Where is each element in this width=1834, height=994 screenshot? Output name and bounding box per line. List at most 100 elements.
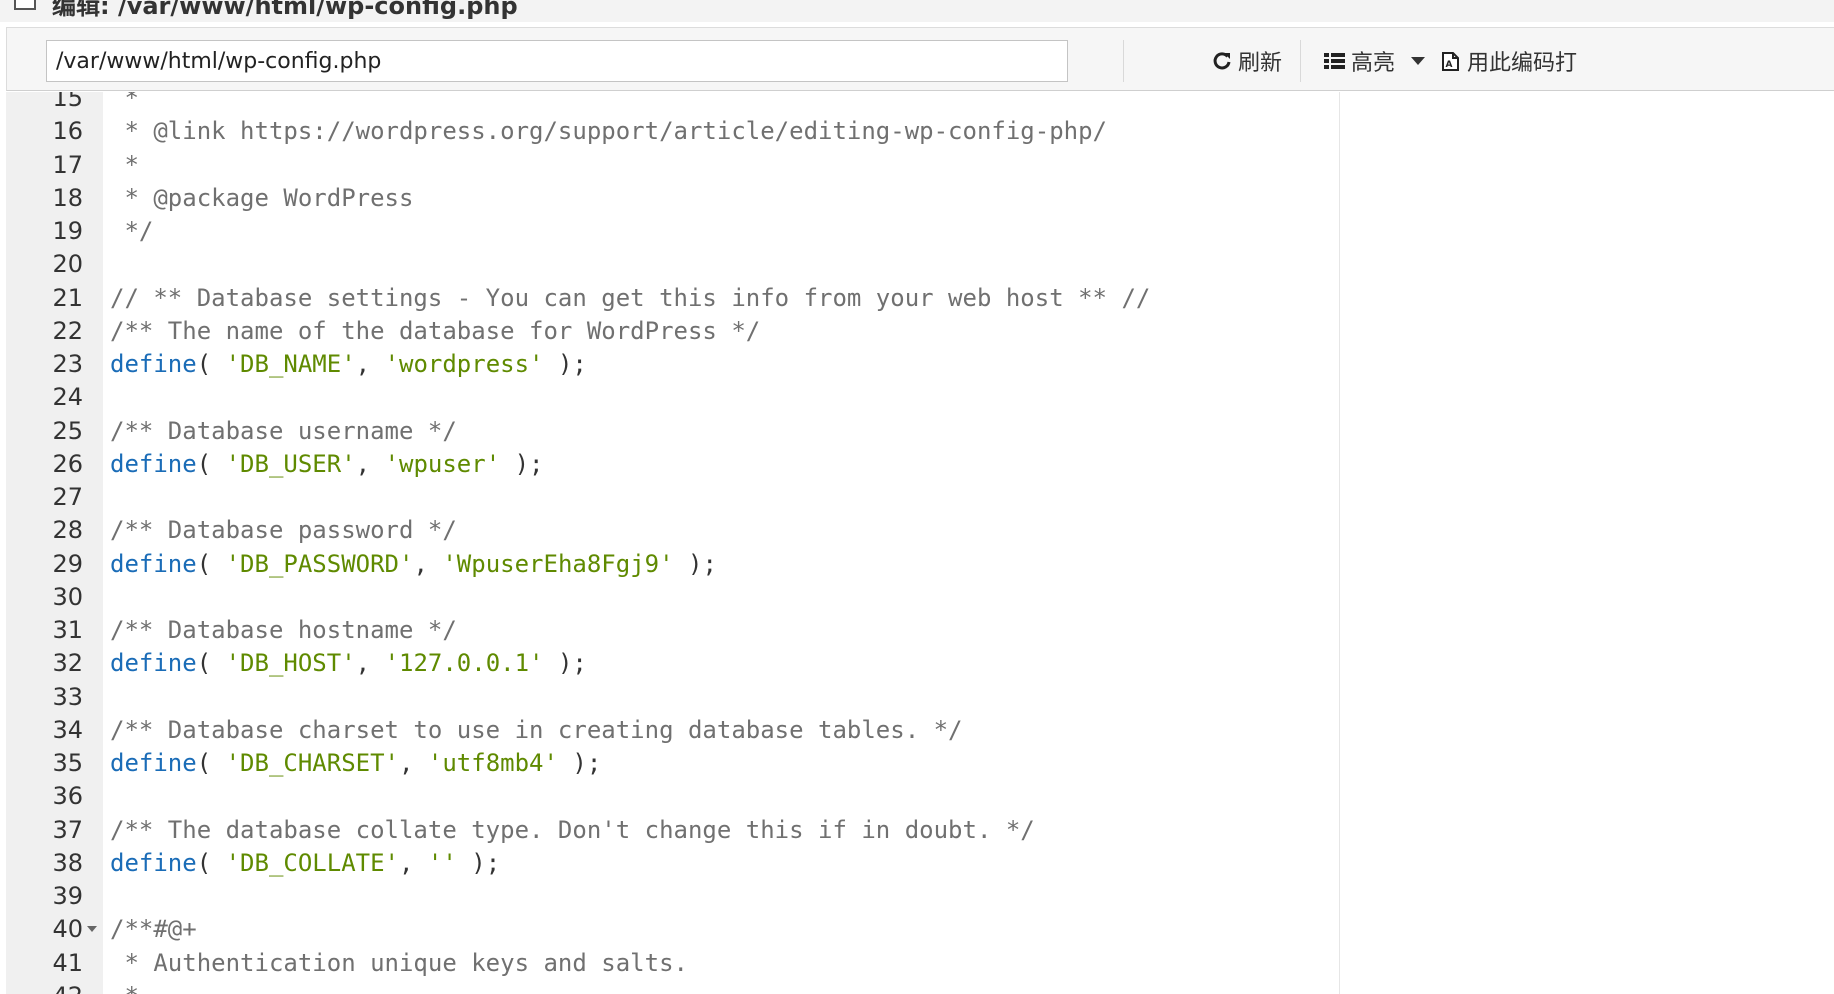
code-token-punct: , — [413, 549, 443, 578]
code-line[interactable]: define( 'DB_NAME', 'wordpress' ); — [110, 348, 587, 381]
code-line[interactable]: define( 'DB_USER', 'wpuser' ); — [110, 448, 544, 481]
line-number: 30 — [52, 582, 83, 611]
gutter-line: 23 — [6, 348, 103, 381]
code-token-string: 'DB_NAME' — [225, 350, 356, 378]
code-token-comment: * — [110, 150, 139, 179]
gutter-line: 24 — [6, 381, 103, 414]
refresh-icon — [1212, 51, 1232, 71]
code-token-punct: ); — [456, 848, 501, 877]
svg-text:A: A — [1446, 60, 1453, 70]
line-number: 16 — [52, 117, 83, 146]
code-token-punct: , — [355, 449, 385, 478]
line-number: 33 — [52, 682, 83, 711]
code-token-func: define — [110, 848, 197, 877]
line-number: 22 — [52, 316, 83, 345]
code-token-punct: , — [355, 649, 385, 678]
code-token-string: 'wordpress' — [384, 350, 544, 378]
code-line[interactable]: /** Database password */ — [110, 514, 457, 547]
line-number-gutter: 15 16 17 18 19 20 21 22 23 24 25 26 27 28 29 30 31 32 33 34… — [6, 92, 103, 994]
line-number: 18 — [52, 183, 83, 212]
code-line[interactable]: * — [110, 92, 139, 115]
gutter-line: 27 — [6, 481, 103, 514]
gutter-line: 15 — [6, 92, 103, 115]
fold-toggle-icon[interactable] — [87, 926, 97, 933]
toolbar-divider — [1123, 40, 1124, 82]
code-token-string: 'DB_HOST' — [225, 649, 356, 678]
code-token-comment: /** Database hostname */ — [110, 616, 457, 644]
code-line[interactable]: define( 'DB_PASSWORD', 'WpuserEha8Fgj9' … — [110, 548, 717, 581]
code-editor[interactable]: * * @link https://wordpress.org/support/… — [103, 92, 1339, 994]
gutter-line: 39 — [6, 880, 103, 913]
code-token-string: '127.0.0.1' — [384, 649, 544, 678]
code-token-punct: ); — [557, 749, 602, 777]
code-line[interactable]: * Authentication unique keys and salts. — [110, 947, 688, 980]
code-token-comment: /**#@+ — [110, 915, 197, 944]
gutter-line: 31 — [6, 614, 103, 647]
line-number: 17 — [52, 150, 83, 179]
code-line[interactable]: * — [110, 980, 138, 994]
gutter-line: 28 — [6, 514, 103, 547]
line-number: 31 — [52, 616, 83, 644]
highlight-button[interactable]: 高亮 — [1324, 40, 1426, 82]
code-token-comment: * @package WordPress — [110, 183, 414, 212]
code-token-string: '' — [427, 848, 457, 877]
window-checkbox[interactable] — [14, 0, 36, 10]
code-token-punct: , — [355, 350, 385, 378]
code-line[interactable]: /** The database collate type. Don't cha… — [110, 814, 1035, 847]
line-number: 15 — [52, 92, 83, 112]
line-number: 40 — [52, 915, 83, 944]
gutter-line: 33 — [6, 681, 103, 714]
editor-empty-area[interactable] — [1340, 92, 1834, 994]
code-token-string: 'wpuser' — [384, 449, 501, 478]
code-line[interactable]: * @link https://wordpress.org/support/ar… — [110, 115, 1107, 148]
open-with-encoding-button[interactable]: A 用此编码打 — [1441, 40, 1577, 82]
code-token-comment: * @link https://wordpress.org/support/ar… — [110, 117, 1107, 146]
gutter-line: 38 — [6, 847, 103, 880]
code-line[interactable]: // ** Database settings - You can get th… — [110, 282, 1150, 315]
code-token-func: define — [110, 350, 197, 378]
line-number: 41 — [52, 948, 83, 977]
gutter-line: 20 — [6, 248, 103, 281]
gutter-line: 36 — [6, 780, 103, 813]
code-token-punct: ); — [543, 350, 587, 378]
gutter-line: 34 — [6, 714, 103, 747]
gutter-line: 40 — [6, 913, 103, 946]
code-line[interactable]: /**#@+ — [110, 913, 197, 946]
code-line[interactable]: * @package WordPress — [110, 182, 413, 215]
code-token-punct: ( — [196, 449, 226, 478]
gutter-line: 30 — [6, 581, 103, 614]
line-number: 23 — [52, 350, 83, 378]
code-token-comment: /** The name of the database for WordPre… — [110, 316, 761, 345]
code-token-comment: */ — [110, 217, 154, 245]
code-line[interactable]: */ — [110, 215, 153, 248]
code-token-punct: ( — [196, 649, 226, 678]
refresh-label: 刷新 — [1238, 51, 1283, 76]
line-number: 39 — [52, 882, 83, 910]
code-line[interactable]: /** Database hostname */ — [110, 614, 457, 647]
code-line[interactable]: define( 'DB_HOST', '127.0.0.1' ); — [110, 647, 587, 680]
code-token-punct: ( — [196, 350, 226, 378]
code-token-string: 'DB_CHARSET' — [225, 749, 399, 777]
file-path-input[interactable] — [46, 40, 1068, 82]
caret-down-icon[interactable] — [1411, 56, 1426, 66]
line-number: 26 — [52, 449, 83, 478]
code-token-comment: * — [110, 92, 139, 112]
editor-toolbar: 刷新 高亮 A 用此编码打 — [6, 27, 1834, 91]
code-line[interactable]: /** The name of the database for WordPre… — [110, 315, 760, 348]
code-token-comment: /** Database username */ — [110, 416, 457, 445]
code-line[interactable]: /** Database charset to use in creating … — [110, 714, 963, 747]
refresh-button[interactable]: 刷新 — [1212, 40, 1282, 82]
code-token-func: define — [110, 449, 197, 478]
code-line[interactable]: * — [110, 149, 139, 182]
window-title: 编辑: /var/www/html/wp-config.php — [52, 0, 518, 20]
code-line[interactable]: /** Database username */ — [110, 415, 457, 448]
code-line[interactable]: define( 'DB_COLLATE', '' ); — [110, 847, 500, 880]
line-number: 36 — [52, 782, 83, 811]
window-titlebar: 编辑: /var/www/html/wp-config.php — [0, 0, 1834, 22]
code-token-comment: // ** Database settings - You can get th… — [110, 283, 1151, 312]
code-token-comment: /** The database collate type. Don't cha… — [110, 815, 1035, 844]
line-number: 29 — [52, 549, 83, 578]
gutter-line: 41 — [6, 947, 103, 980]
code-line[interactable]: define( 'DB_CHARSET', 'utf8mb4' ); — [110, 747, 601, 780]
code-token-string: 'WpuserEha8Fgj9' — [442, 549, 674, 578]
